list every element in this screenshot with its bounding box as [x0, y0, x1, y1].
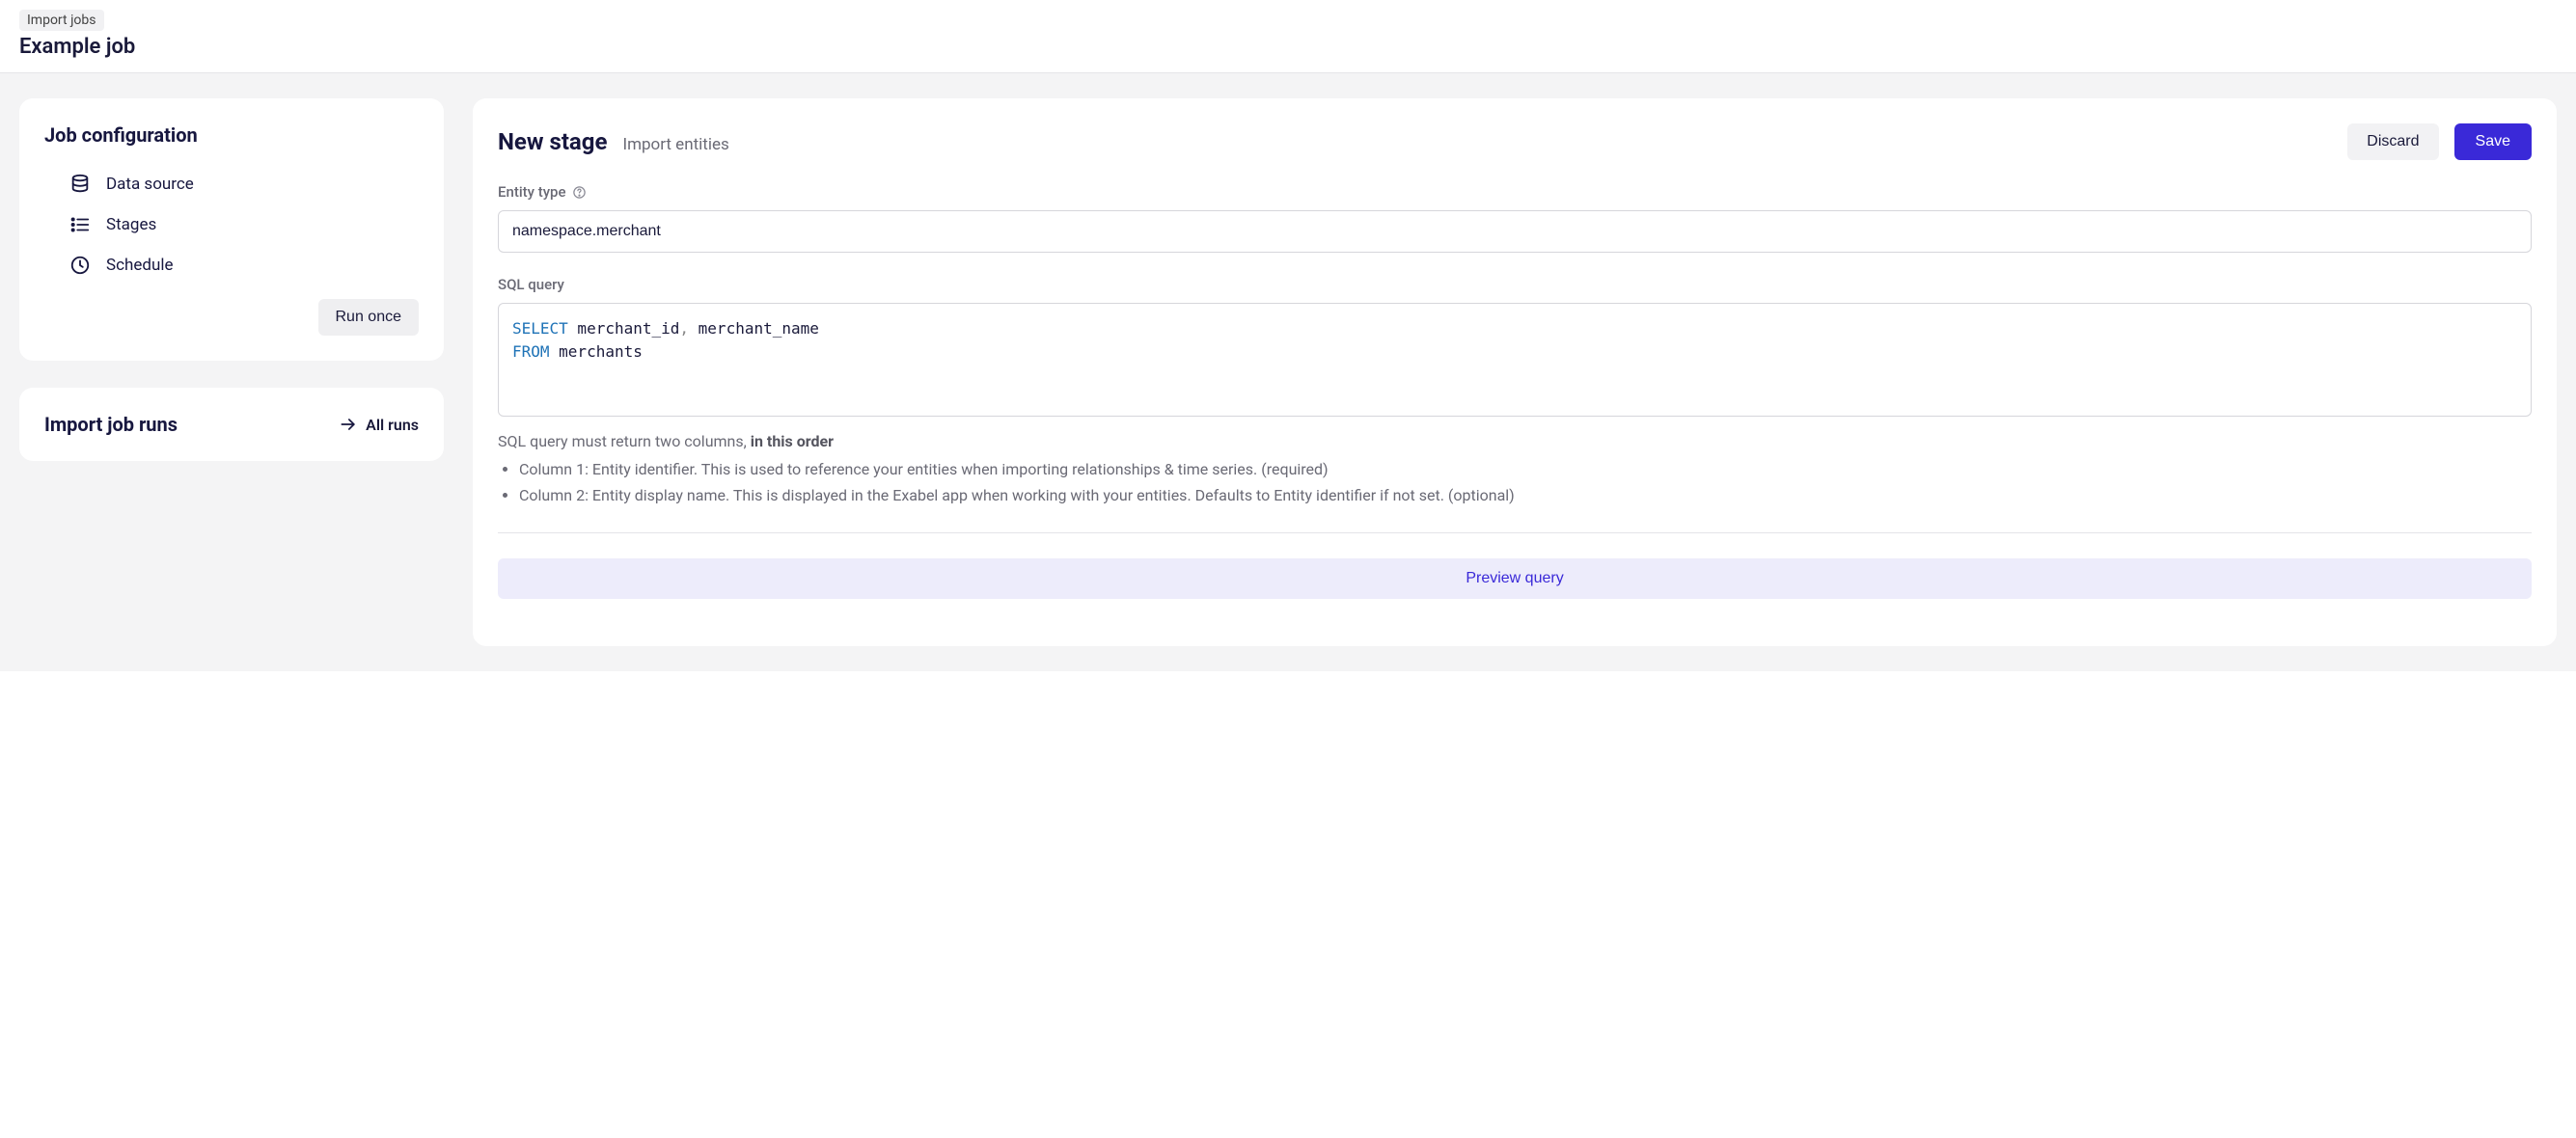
config-item-label: Data source: [106, 175, 194, 194]
clock-icon: [69, 255, 91, 276]
database-icon: [69, 174, 91, 195]
page-title: Example job: [19, 35, 2557, 59]
run-once-button[interactable]: Run once: [318, 299, 420, 336]
breadcrumb[interactable]: Import jobs: [19, 10, 104, 31]
list-icon: [69, 214, 91, 235]
arrow-right-icon: [339, 415, 358, 434]
job-config-card: Job configuration Data source: [19, 98, 444, 361]
job-config-title: Job configuration: [44, 123, 419, 147]
config-item-data-source[interactable]: Data source: [44, 164, 419, 204]
all-runs-label: All runs: [366, 416, 419, 434]
content-area: Job configuration Data source: [0, 73, 2576, 671]
preview-query-button[interactable]: Preview query: [498, 558, 2532, 599]
config-item-label: Stages: [106, 215, 156, 234]
sql-query-editor[interactable]: SELECT merchant_id, merchant_name FROM m…: [498, 303, 2532, 417]
help-circle-icon[interactable]: [572, 185, 587, 200]
help-item: Column 1: Entity identifier. This is use…: [519, 458, 2532, 482]
config-item-stages[interactable]: Stages: [44, 204, 419, 245]
left-column: Job configuration Data source: [19, 98, 444, 646]
import-runs-card: Import job runs All runs: [19, 388, 444, 461]
config-item-schedule[interactable]: Schedule: [44, 245, 419, 285]
help-item: Column 2: Entity display name. This is d…: [519, 484, 2532, 508]
import-runs-title: Import job runs: [44, 413, 178, 436]
divider: [498, 532, 2532, 533]
save-button[interactable]: Save: [2454, 123, 2532, 160]
stage-subtitle: Import entities: [622, 135, 728, 154]
stage-title: New stage: [498, 128, 607, 155]
entity-type-label: Entity type: [498, 183, 2532, 201]
discard-button[interactable]: Discard: [2347, 123, 2438, 160]
page-header: Import jobs Example job: [0, 0, 2576, 73]
sql-query-label: SQL query: [498, 276, 2532, 293]
stage-editor-card: New stage Import entities Discard Save E…: [473, 98, 2557, 646]
entity-type-input[interactable]: [498, 210, 2532, 253]
config-item-label: Schedule: [106, 256, 173, 275]
sql-help-text: SQL query must return two columns, in th…: [498, 430, 2532, 507]
all-runs-link[interactable]: All runs: [339, 415, 419, 434]
stage-header: New stage Import entities Discard Save: [498, 123, 2532, 160]
entity-type-label-text: Entity type: [498, 183, 566, 201]
